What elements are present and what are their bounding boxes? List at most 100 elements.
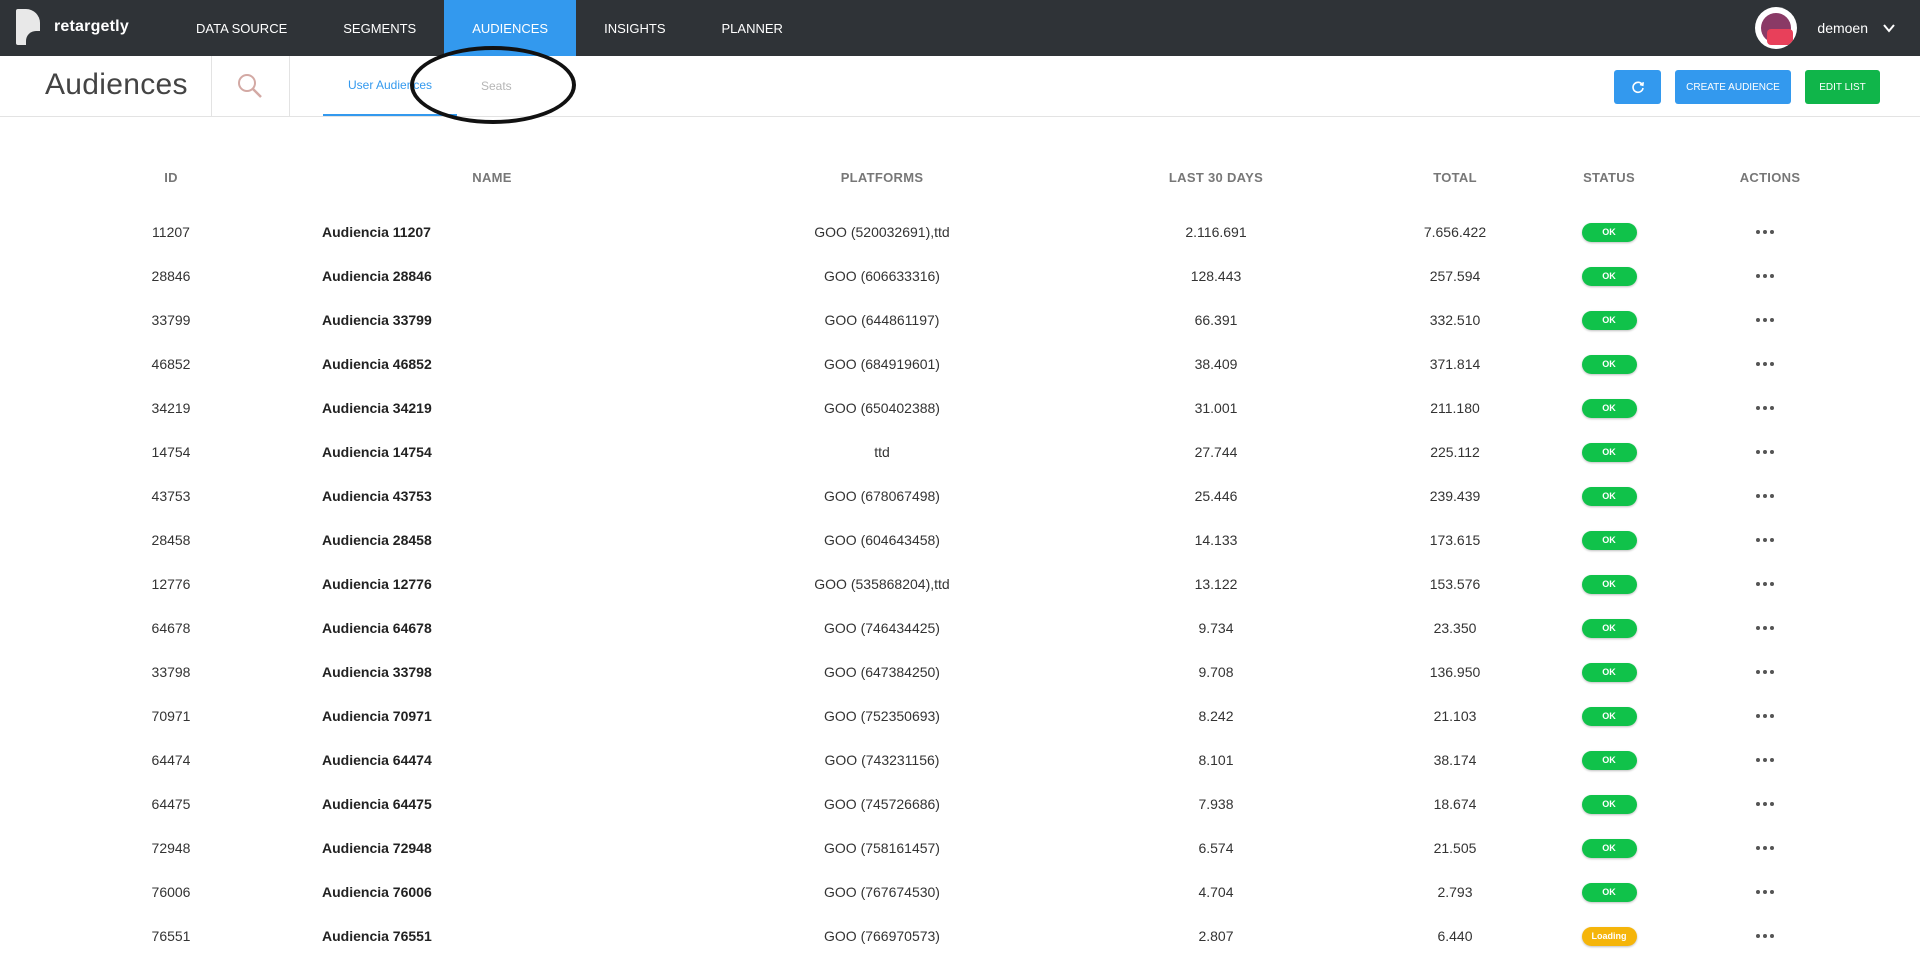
cell-name[interactable]: Audiencia 11207	[322, 210, 622, 254]
table-row[interactable]: 43753 Audiencia 43753 GOO (678067498) 25.44…	[0, 474, 1920, 518]
row-actions-button[interactable]	[1750, 914, 1780, 958]
cell-name[interactable]: Audiencia 14754	[322, 430, 622, 474]
nav-item-insights[interactable]: INSIGHTS	[576, 0, 693, 56]
row-actions-button[interactable]	[1750, 210, 1780, 254]
row-actions-button[interactable]	[1750, 430, 1780, 474]
row-actions-button[interactable]	[1750, 342, 1780, 386]
logo-mark-icon	[16, 9, 44, 45]
table-row[interactable]: 28846 Audiencia 28846 GOO (606633316) 128.4…	[0, 254, 1920, 298]
cell-name[interactable]: Audiencia 43753	[322, 474, 622, 518]
table-row[interactable]: 33798 Audiencia 33798 GOO (647384250) 9.708…	[0, 650, 1920, 694]
row-actions-button[interactable]	[1750, 474, 1780, 518]
table-row[interactable]: 64474 Audiencia 64474 GOO (743231156) 8.101…	[0, 738, 1920, 782]
cell-name[interactable]: Audiencia 28458	[322, 518, 622, 562]
cell-name[interactable]: Audiencia 64678	[322, 606, 622, 650]
row-actions-button[interactable]	[1750, 650, 1780, 694]
avatar[interactable]	[1755, 7, 1798, 49]
column-header-id[interactable]: ID	[130, 170, 212, 185]
cell-status: OK	[1581, 210, 1637, 254]
table-header: ID NAME PLATFORMS LAST 30 DAYS TOTAL STA…	[0, 162, 1920, 196]
row-actions-button[interactable]	[1750, 298, 1780, 342]
row-actions-button[interactable]	[1750, 386, 1780, 430]
cell-id: 14754	[151, 444, 191, 460]
cell-name[interactable]: Audiencia 12776	[322, 562, 622, 606]
more-horizontal-icon	[1756, 274, 1774, 278]
cell-name[interactable]: Audiencia 33798	[322, 650, 622, 694]
app-logo[interactable]: retargetly	[16, 8, 129, 46]
table-row[interactable]: 70971 Audiencia 70971 GOO (752350693) 8.242…	[0, 694, 1920, 738]
status-badge: OK	[1581, 222, 1637, 242]
cell-total: 257.594	[1429, 268, 1481, 284]
chevron-down-icon[interactable]	[1882, 21, 1896, 35]
nav-item-planner[interactable]: PLANNER	[694, 0, 811, 56]
table-row[interactable]: 33799 Audiencia 33799 GOO (644861197) 66.39…	[0, 298, 1920, 342]
cell-name[interactable]: Audiencia 72948	[322, 826, 622, 870]
cell-total: 18.674	[1433, 796, 1477, 812]
status-badge: OK	[1581, 442, 1637, 462]
app-name: retargetly	[54, 18, 129, 35]
nav-item-data-source[interactable]: DATA SOURCE	[168, 0, 315, 56]
status-badge: OK	[1581, 838, 1637, 858]
cell-name[interactable]: Audiencia 70971	[322, 694, 622, 738]
cell-name[interactable]: Audiencia 34219	[322, 386, 622, 430]
row-actions-button[interactable]	[1750, 826, 1780, 870]
row-actions-button[interactable]	[1750, 782, 1780, 826]
search-button[interactable]	[212, 56, 288, 116]
row-actions-button[interactable]	[1750, 738, 1780, 782]
more-horizontal-icon	[1756, 582, 1774, 586]
cell-last-30-days: 6.574	[1198, 840, 1234, 856]
table-row[interactable]: 64678 Audiencia 64678 GOO (746434425) 9.734…	[0, 606, 1920, 650]
table-row[interactable]: 28458 Audiencia 28458 GOO (604643458) 14.13…	[0, 518, 1920, 562]
table-row[interactable]: 64475 Audiencia 64475 GOO (745726686) 7.938…	[0, 782, 1920, 826]
column-header-total[interactable]: TOTAL	[1355, 170, 1555, 185]
column-header-name[interactable]: NAME	[392, 170, 592, 185]
cell-last-30-days: 8.242	[1198, 708, 1234, 724]
cell-platforms: GOO (678067498)	[824, 488, 940, 504]
cell-name[interactable]: Audiencia 64475	[322, 782, 622, 826]
cell-platforms: GOO (746434425)	[824, 620, 940, 636]
cell-name[interactable]: Audiencia 33799	[322, 298, 622, 342]
row-actions-button[interactable]	[1750, 606, 1780, 650]
cell-platforms: GOO (606633316)	[824, 268, 940, 284]
refresh-icon	[1631, 81, 1644, 94]
table-row[interactable]: 76006 Audiencia 76006 GOO (767674530) 4.704…	[0, 870, 1920, 914]
user-name[interactable]: demoen	[1817, 20, 1868, 36]
table-row[interactable]: 34219 Audiencia 34219 GOO (650402388) 31.00…	[0, 386, 1920, 430]
table-row[interactable]: 11207 Audiencia 11207 GOO (520032691),ttd 2…	[0, 210, 1920, 254]
table-row[interactable]: 46852 Audiencia 46852 GOO (684919601) 38.40…	[0, 342, 1920, 386]
row-actions-button[interactable]	[1750, 518, 1780, 562]
column-header-status[interactable]: STATUS	[1559, 170, 1659, 185]
cell-name[interactable]: Audiencia 76551	[322, 914, 622, 958]
cell-total: 38.174	[1433, 752, 1477, 768]
table-row[interactable]: 76551 Audiencia 76551 GOO (766970573) 2.807…	[0, 914, 1920, 958]
status-badge: OK	[1581, 486, 1637, 506]
page-title: Audiences	[45, 68, 188, 101]
cell-last-30-days: 7.938	[1198, 796, 1234, 812]
column-header-platforms[interactable]: PLATFORMS	[782, 170, 982, 185]
cell-id: 64474	[151, 752, 191, 768]
row-actions-button[interactable]	[1750, 562, 1780, 606]
cell-name[interactable]: Audiencia 46852	[322, 342, 622, 386]
cell-name[interactable]: Audiencia 64474	[322, 738, 622, 782]
cell-name[interactable]: Audiencia 76006	[322, 870, 622, 914]
refresh-button[interactable]	[1614, 70, 1661, 104]
create-audience-button[interactable]: CREATE AUDIENCE	[1675, 70, 1791, 104]
row-actions-button[interactable]	[1750, 694, 1780, 738]
status-badge: OK	[1581, 882, 1637, 902]
table-row[interactable]: 12776 Audiencia 12776 GOO (535868204),ttd 1…	[0, 562, 1920, 606]
table-row[interactable]: 14754 Audiencia 14754 ttd 27.744 225.112 OK	[0, 430, 1920, 474]
row-actions-button[interactable]	[1750, 870, 1780, 914]
nav-item-segments[interactable]: SEGMENTS	[315, 0, 444, 56]
table-row[interactable]: 72948 Audiencia 72948 GOO (758161457) 6.574…	[0, 826, 1920, 870]
cell-platforms: GOO (684919601)	[824, 356, 940, 372]
row-actions-button[interactable]	[1750, 254, 1780, 298]
column-header-last-30-days[interactable]: LAST 30 DAYS	[1116, 170, 1316, 185]
user-menu[interactable]: demoen	[1755, 0, 1896, 56]
cell-name[interactable]: Audiencia 28846	[322, 254, 622, 298]
more-horizontal-icon	[1756, 934, 1774, 938]
edit-list-button[interactable]: EDIT LIST	[1805, 70, 1880, 104]
cell-total: 136.950	[1429, 664, 1481, 680]
more-horizontal-icon	[1756, 230, 1774, 234]
status-badge: OK	[1581, 354, 1637, 374]
cell-id: 28846	[151, 268, 191, 284]
